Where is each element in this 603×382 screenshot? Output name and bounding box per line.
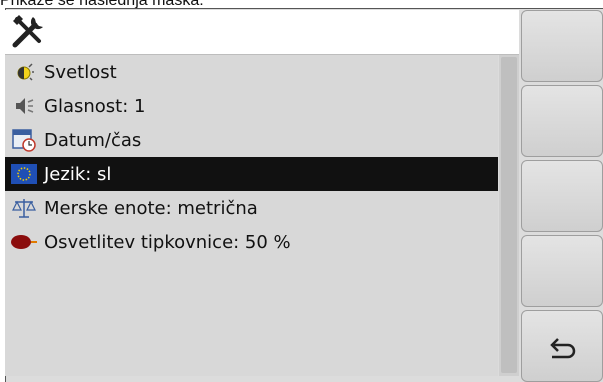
- softkey-3[interactable]: [521, 160, 603, 232]
- header-bar: [5, 10, 519, 55]
- softkey-4[interactable]: [521, 235, 603, 307]
- list-item-label: Glasnost: 1: [44, 95, 146, 117]
- list-item-svetlost[interactable]: Svetlost: [5, 55, 498, 89]
- softkey-column: [521, 10, 603, 382]
- brightness-icon: [10, 58, 38, 86]
- list-item-jezik[interactable]: Jezik: sl: [5, 157, 498, 191]
- softkey-2[interactable]: [521, 85, 603, 157]
- tools-icon: [12, 15, 43, 48]
- list-scrollbar[interactable]: [499, 55, 519, 376]
- softkey-1[interactable]: [521, 10, 603, 82]
- list-item-osvetlitev-tipkovnice[interactable]: Osvetlitev tipkovnice: 50 %: [5, 225, 498, 259]
- back-button[interactable]: [521, 310, 603, 382]
- list-item-datum-cas[interactable]: Datum/čas: [5, 123, 498, 157]
- calendar-clock-icon: [10, 126, 38, 154]
- list-item-label: Merske enote: metrična: [44, 197, 258, 219]
- list-item-label: Svetlost: [44, 61, 117, 83]
- scrollbar-thumb[interactable]: [501, 57, 517, 373]
- list-item-glasnost[interactable]: Glasnost: 1: [5, 89, 498, 123]
- scales-icon: [10, 194, 38, 222]
- list-item-label: Osvetlitev tipkovnice: 50 %: [44, 231, 291, 253]
- list-item-label: Jezik: sl: [44, 163, 112, 185]
- volume-icon: [10, 92, 38, 120]
- keyboard-light-icon: [10, 228, 38, 256]
- settings-list-panel: Svetlost Glasnost: 1 Datum/čas Jezik: sl…: [5, 55, 498, 376]
- list-item-label: Datum/čas: [44, 129, 142, 151]
- list-item-merske-enote[interactable]: Merske enote: metrična: [5, 191, 498, 225]
- eu-flag-icon: [10, 160, 38, 188]
- back-icon: [550, 338, 576, 359]
